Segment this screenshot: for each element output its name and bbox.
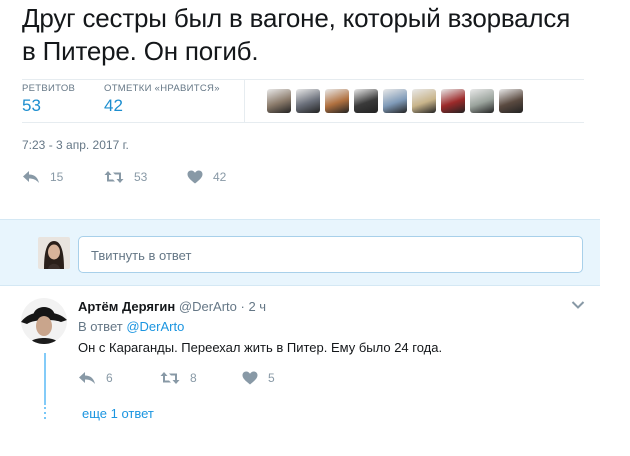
liker-avatar[interactable]	[354, 89, 378, 113]
in-reply-to-handle[interactable]: @DerArto	[126, 319, 184, 334]
retweets-stat[interactable]: РЕТВИТОВ 53	[22, 83, 75, 116]
reply-icon	[23, 171, 39, 183]
reply-tweet: Артём Дерягин @DerArto · 2 ч В ответ @De…	[0, 287, 600, 456]
liker-avatar[interactable]	[499, 89, 523, 113]
reply-retweet-action[interactable]: 8	[160, 371, 197, 385]
in-reply-to-label: В ответ	[78, 319, 127, 334]
reply-count: 15	[50, 170, 64, 184]
show-more-replies-link[interactable]: еще 1 ответ	[82, 406, 154, 421]
liker-avatar[interactable]	[296, 89, 320, 113]
reply-time[interactable]: · 2 ч	[241, 299, 267, 314]
stats-divider	[244, 80, 245, 122]
tweet-stats: РЕТВИТОВ 53 ОТМЕТКИ «НРАВИТСЯ» 42	[22, 79, 584, 123]
reply-header: Артём Дерягин @DerArto · 2 ч	[78, 299, 266, 314]
reply-text: Он с Караганды. Переехал жить в Питер. Е…	[78, 340, 443, 355]
reply-composer: Твитнуть в ответ	[0, 219, 600, 286]
retweets-stat-value: 53	[22, 96, 41, 115]
heart-icon	[187, 170, 203, 184]
reply-author-handle[interactable]: @DerArto	[179, 299, 237, 314]
likes-stat-value: 42	[104, 96, 123, 115]
retweet-action[interactable]: 53	[104, 170, 147, 184]
reply-reply-action[interactable]: 6	[78, 371, 113, 385]
tweet-timestamp[interactable]: 7:23 - 3 апр. 2017 г.	[22, 138, 129, 152]
liker-avatar[interactable]	[267, 89, 291, 113]
retweet-icon	[160, 372, 180, 384]
reply-like-action[interactable]: 5	[242, 371, 275, 385]
like-count: 42	[213, 170, 227, 184]
heart-icon	[242, 371, 258, 385]
liker-avatar[interactable]	[383, 89, 407, 113]
reply-retweet-count: 8	[190, 371, 197, 385]
liker-avatar[interactable]	[325, 89, 349, 113]
retweets-stat-label: РЕТВИТОВ	[22, 83, 76, 94]
like-action[interactable]: 42	[187, 170, 226, 184]
thread-dots	[44, 407, 46, 422]
reply-author-name[interactable]: Артём Дерягин	[78, 299, 175, 314]
likes-stat[interactable]: ОТМЕТКИ «НРАВИТСЯ» 42	[104, 83, 220, 116]
reply-icon	[79, 372, 95, 384]
reply-action[interactable]: 15	[22, 170, 63, 184]
likes-stat-label: ОТМЕТКИ «НРАВИТСЯ»	[104, 83, 220, 94]
retweet-icon	[104, 171, 124, 183]
current-user-avatar	[38, 237, 70, 269]
liker-avatar[interactable]	[470, 89, 494, 113]
in-reply-to: В ответ @DerArto	[78, 319, 184, 334]
reply-reply-count: 6	[106, 371, 113, 385]
reply-like-count: 5	[268, 371, 275, 385]
liker-avatar[interactable]	[441, 89, 465, 113]
chevron-down-icon[interactable]	[571, 300, 585, 310]
retweet-count: 53	[134, 170, 148, 184]
liker-avatar[interactable]	[412, 89, 436, 113]
liker-avatars	[267, 89, 528, 113]
reply-input[interactable]: Твитнуть в ответ	[78, 236, 583, 273]
reply-author-avatar[interactable]	[21, 298, 67, 344]
thread-line	[44, 353, 46, 405]
tweet-text: Друг сестры был в вагоне, который взорва…	[22, 3, 571, 66]
